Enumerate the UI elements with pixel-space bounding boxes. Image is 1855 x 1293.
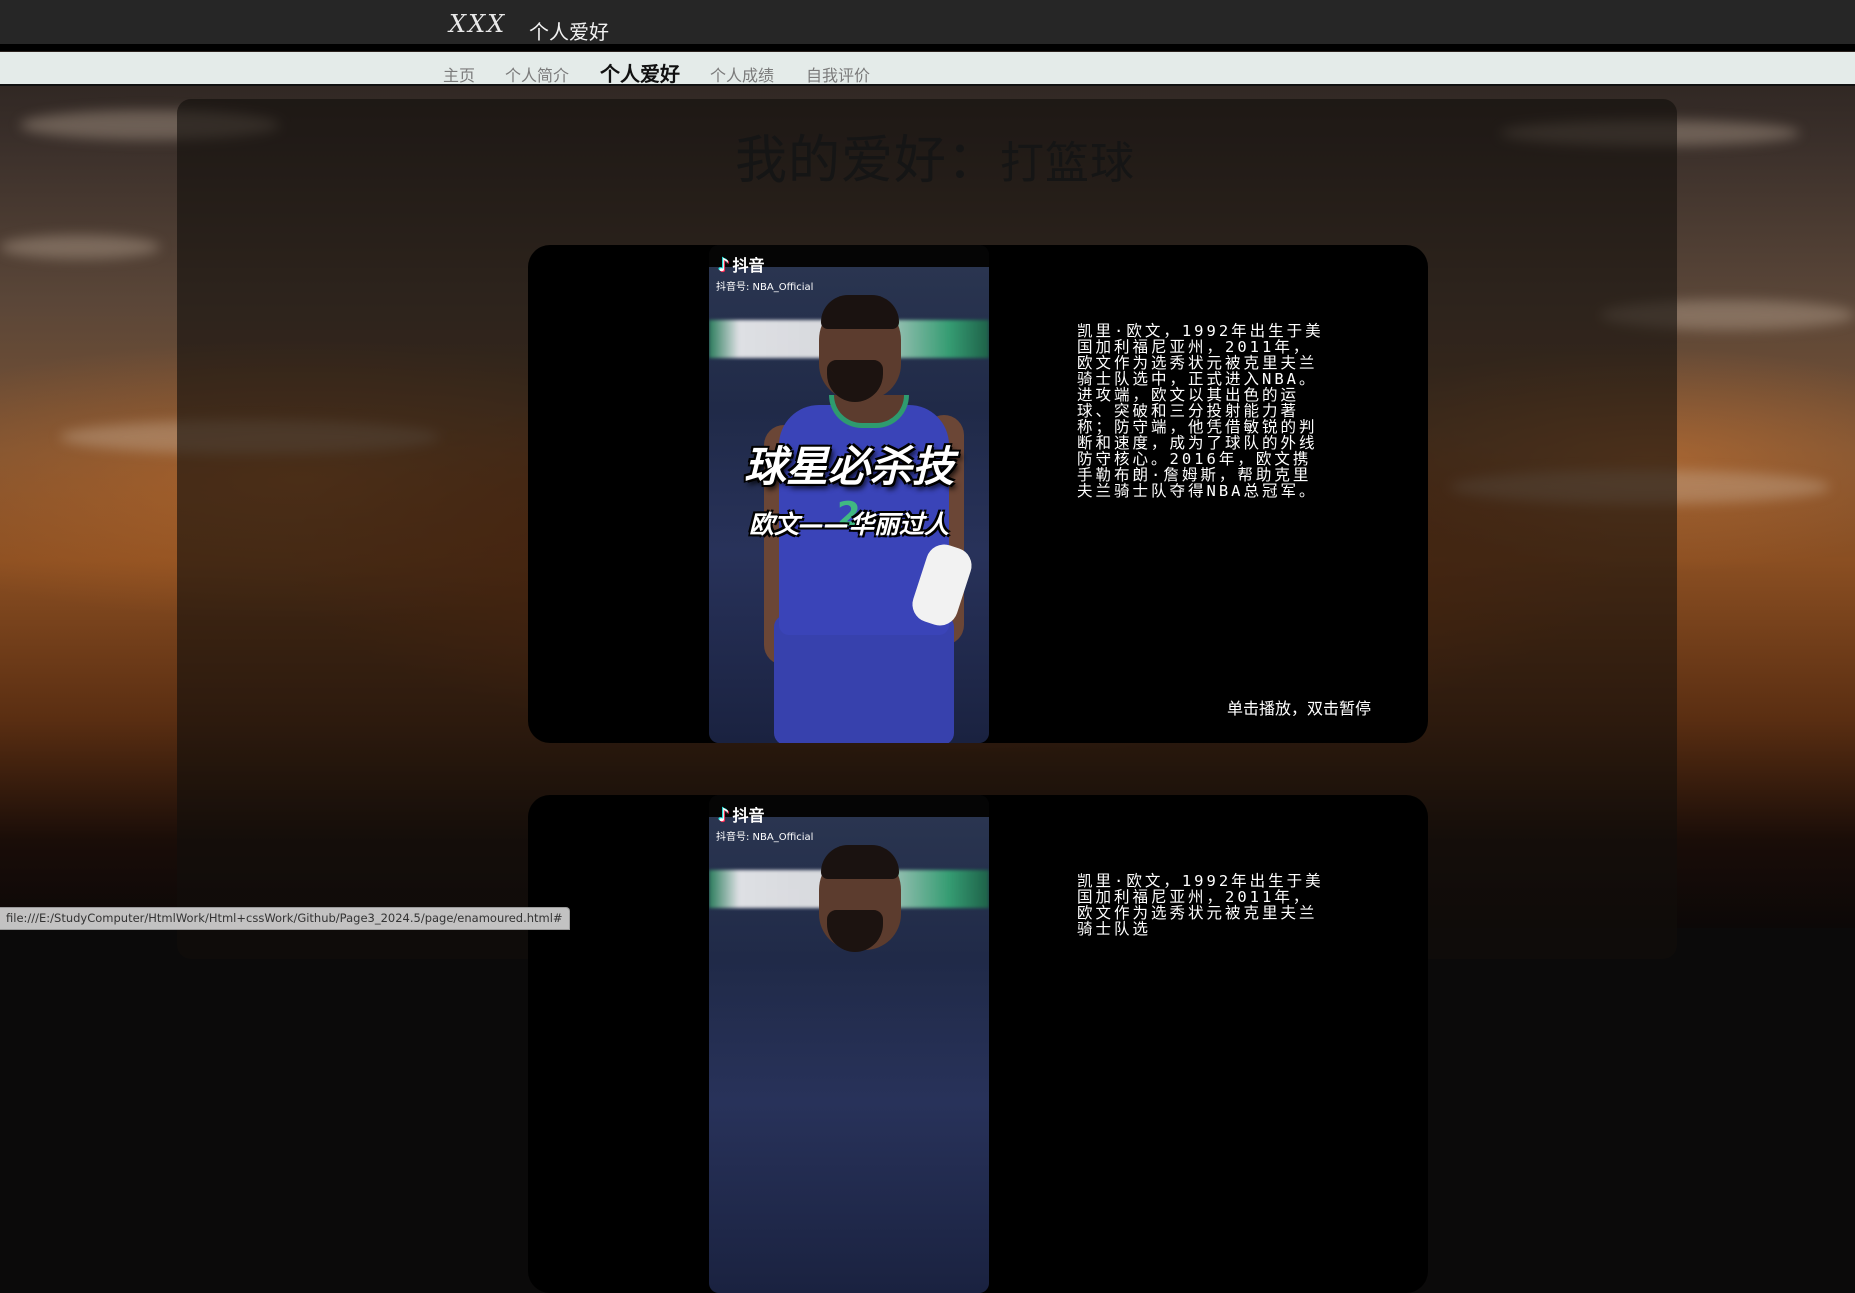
hobby-heading: 我的爱好：打篮球 [735,118,1135,193]
tiktok-logo: ♪ 抖音 [718,252,765,276]
tiktok-label: 抖音 [732,256,765,275]
nav-item-profile[interactable]: 个人简介 [505,62,569,86]
nav-item-achievements[interactable]: 个人成绩 [710,62,774,86]
main-navigation: 主页 个人简介 个人爱好 个人成绩 自我评价 [0,52,1855,86]
video-player[interactable]: 2 ♪ 抖音 抖音号: NBA_Official 球星必杀技 欧文——华丽过人 [709,245,989,743]
player-description: 凯里·欧文，1992年出生于美国加利福尼亚州，2011年，欧文作为选秀状元被克里… [1077,872,1324,938]
player-figure [821,295,899,329]
page-title: 个人爱好 [529,20,609,44]
player-figure [821,845,899,879]
tiktok-label: 抖音 [732,806,765,825]
hobby-heading-sub: 打篮球 [1000,138,1136,189]
browser-status-bar: file:///E:/StudyComputer/HtmlWork/Html+c… [0,907,570,930]
tiktok-icon: ♪ [718,255,730,276]
cloud-decoration [0,235,160,259]
tiktok-icon: ♪ [718,805,730,826]
nav-item-hobbies[interactable]: 个人爱好 [600,58,680,87]
nav-item-self-evaluation[interactable]: 自我评价 [806,62,870,86]
video-player[interactable]: ♪ 抖音 抖音号: NBA_Official [709,795,989,1293]
top-header: XXX 个人爱好 [0,0,1855,51]
tiktok-logo: ♪ 抖音 [718,802,765,826]
play-pause-hint: 单击播放，双击暂停 [1227,699,1372,718]
video-card[interactable]: 2 ♪ 抖音 抖音号: NBA_Official 球星必杀技 欧文——华丽过人 凯… [528,245,1428,743]
video-overlay-title: 球星必杀技 [743,442,954,491]
site-logo[interactable]: XXX [449,10,506,38]
video-overlay-subtitle: 欧文——华丽过人 [748,510,949,539]
player-description: 凯里·欧文，1992年出生于美国加利福尼亚州，2011年，欧文作为选秀状元被克里… [1077,322,1324,500]
hobby-heading-main: 我的爱好： [735,131,1001,191]
video-card[interactable]: ♪ 抖音 抖音号: NBA_Official 凯里·欧文，1992年出生于美国加利… [528,795,1428,1293]
tiktok-account-id: 抖音号: NBA_Official [716,282,814,293]
nav-item-home[interactable]: 主页 [443,62,475,86]
tiktok-account-id: 抖音号: NBA_Official [716,832,814,843]
